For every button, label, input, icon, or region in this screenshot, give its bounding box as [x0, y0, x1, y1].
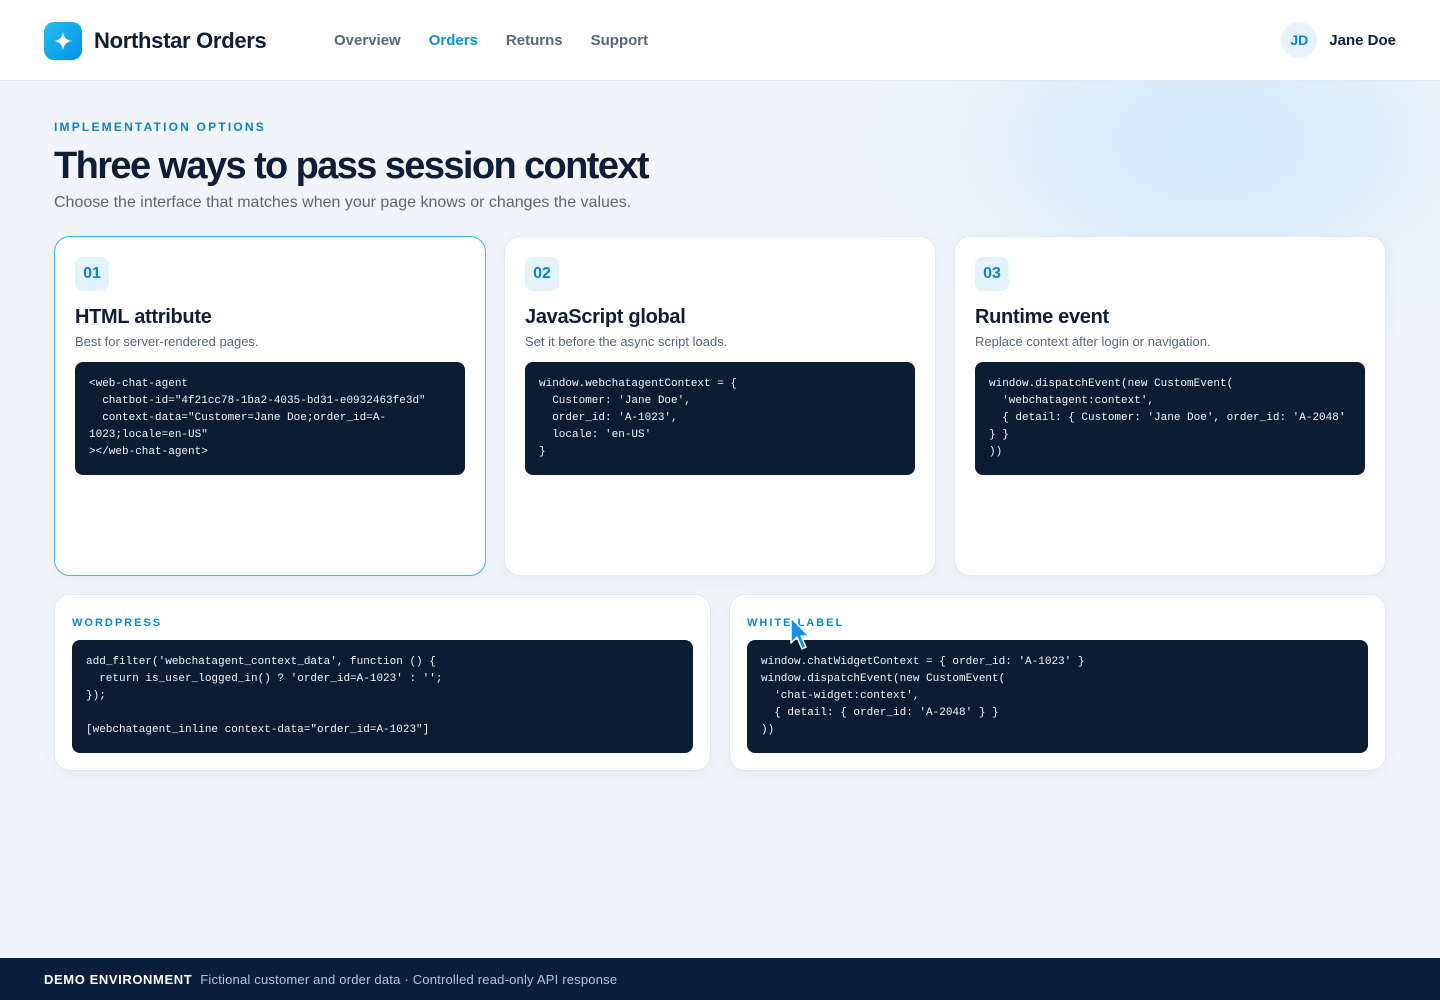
nav-item-support[interactable]: Support: [591, 32, 649, 50]
page-title: Three ways to pass session context: [54, 145, 650, 187]
footer-label: DEMO ENVIRONMENT: [44, 971, 193, 987]
option-title: JavaScript global: [525, 306, 686, 328]
code-block: add_filter('webchatagent_context_data', …: [72, 640, 693, 753]
panel-label: WORDPRESS: [72, 617, 163, 629]
brand-name[interactable]: Northstar Orders: [94, 28, 267, 54]
option-card-runtime-event[interactable]: 03 Runtime event Replace context after l…: [954, 236, 1386, 576]
avatar[interactable]: JD: [1281, 22, 1318, 58]
user-name[interactable]: Jane Doe: [1329, 32, 1396, 49]
top-header: Northstar Orders Overview Orders Returns…: [0, 0, 1440, 81]
wordpress-panel: WORDPRESS add_filter('webchatagent_conte…: [54, 594, 711, 771]
option-number: 03: [975, 257, 1009, 291]
code-block: window.webchatagentContext = { Customer:…: [525, 362, 915, 475]
nav-item-overview[interactable]: Overview: [334, 32, 401, 50]
option-card-javascript-global[interactable]: 02 JavaScript global Set it before the a…: [504, 236, 936, 576]
demo-footer: DEMO ENVIRONMENT Fictional customer and …: [0, 958, 1440, 1000]
sparkle-icon[interactable]: [44, 22, 82, 60]
page-subtitle: Choose the interface that matches when y…: [54, 194, 632, 211]
section-eyebrow: IMPLEMENTATION OPTIONS: [54, 120, 266, 134]
white-label-panel: WHITE LABEL window.chatWidgetContext = {…: [729, 594, 1386, 771]
option-description: Best for server-rendered pages.: [75, 334, 259, 349]
option-title: HTML attribute: [75, 306, 212, 328]
code-block: window.dispatchEvent(new CustomEvent( 'w…: [975, 362, 1365, 475]
code-block: <web-chat-agent chatbot-id="4f21cc78-1ba…: [75, 362, 465, 475]
option-card-html-attribute[interactable]: 01 HTML attribute Best for server-render…: [54, 236, 486, 576]
main-nav: Overview Orders Returns Support: [334, 32, 648, 50]
option-number: 02: [525, 257, 559, 291]
footer-text: Fictional customer and order data · Cont…: [200, 971, 618, 987]
panel-label: WHITE LABEL: [747, 617, 845, 629]
option-number: 01: [75, 257, 109, 291]
option-description: Replace context after login or navigatio…: [975, 334, 1211, 349]
code-block: window.chatWidgetContext = { order_id: '…: [747, 640, 1368, 753]
user-menu[interactable]: JD Jane Doe: [1281, 22, 1396, 58]
nav-item-returns[interactable]: Returns: [506, 32, 563, 50]
option-description: Set it before the async script loads.: [525, 334, 728, 349]
nav-item-orders[interactable]: Orders: [429, 32, 478, 50]
option-title: Runtime event: [975, 306, 1109, 328]
